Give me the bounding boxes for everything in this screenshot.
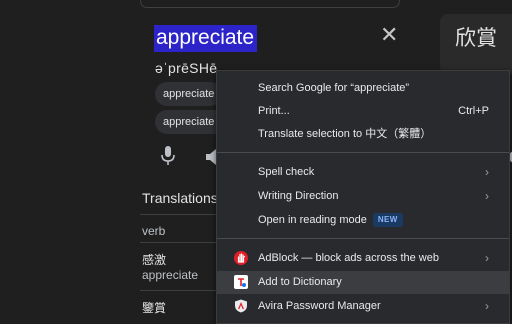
phonetic-text: əˈprēSHēˌ	[155, 60, 223, 76]
menu-item-label: Search Google for “appreciate”	[258, 82, 410, 94]
divider	[140, 242, 220, 243]
menu-item-writing-direction[interactable]: Writing Direction ›	[217, 185, 509, 208]
menu-item-print[interactable]: Print... Ctrl+P	[217, 100, 509, 123]
menu-item-translate[interactable]: Translate selection to 中文（繁體）	[217, 123, 509, 146]
chevron-right-icon: ›	[485, 299, 489, 313]
dictionary-icon	[234, 275, 248, 289]
menu-item-label: Spell check	[258, 166, 315, 178]
menu-item-label: Writing Direction	[258, 190, 339, 202]
menu-item-adblock[interactable]: AdBlock — block ads across the web ›	[217, 247, 509, 270]
menu-item-avira[interactable]: Avira Password Manager ›	[217, 295, 509, 318]
panel-top-border	[140, 0, 400, 8]
menu-separator	[217, 238, 509, 239]
translation-zh: 鑒賞	[142, 301, 167, 315]
translations-heading: Translations	[142, 190, 218, 206]
menu-item-reading-mode[interactable]: Open in reading mode NEW	[217, 209, 509, 232]
context-menu: Search Google for “appreciate” Print... …	[216, 70, 510, 324]
right-card-text: 欣賞	[455, 27, 497, 50]
chevron-right-icon: ›	[485, 165, 489, 179]
menu-item-label: Add to Dictionary	[258, 276, 342, 288]
chevron-right-icon: ›	[485, 251, 489, 265]
translation-zh: 感激	[142, 253, 167, 267]
new-badge: NEW	[372, 213, 403, 227]
menu-item-search-google[interactable]: Search Google for “appreciate”	[217, 77, 509, 100]
menu-item-label: AdBlock — block ads across the web	[258, 252, 439, 264]
divider	[140, 290, 220, 291]
menu-item-label: Avira Password Manager	[258, 300, 381, 312]
menu-item-label-wrap: Open in reading mode NEW	[258, 209, 403, 232]
translation-en: appreciate	[142, 268, 199, 282]
part-of-speech: verb	[142, 224, 166, 238]
microphone-icon[interactable]	[160, 145, 176, 167]
menu-item-label: Translate selection to 中文（繁體）	[258, 128, 432, 140]
selected-word: appreciate	[154, 25, 258, 52]
menu-separator	[217, 152, 509, 153]
avira-shield-icon	[235, 299, 247, 313]
menu-item-label: Print...	[258, 105, 290, 117]
menu-item-add-to-dictionary[interactable]: Add to Dictionary	[217, 271, 509, 294]
chevron-right-icon: ›	[485, 189, 489, 203]
adblock-hand-icon	[234, 251, 248, 265]
divider	[140, 214, 220, 215]
shortcut-text: Ctrl+P	[458, 105, 489, 117]
menu-item-label: Open in reading mode	[258, 214, 367, 226]
menu-item-spell-check[interactable]: Spell check ›	[217, 161, 509, 184]
related-chip[interactable]: appreciate	[155, 82, 223, 106]
close-icon[interactable]: ✕	[380, 24, 398, 46]
